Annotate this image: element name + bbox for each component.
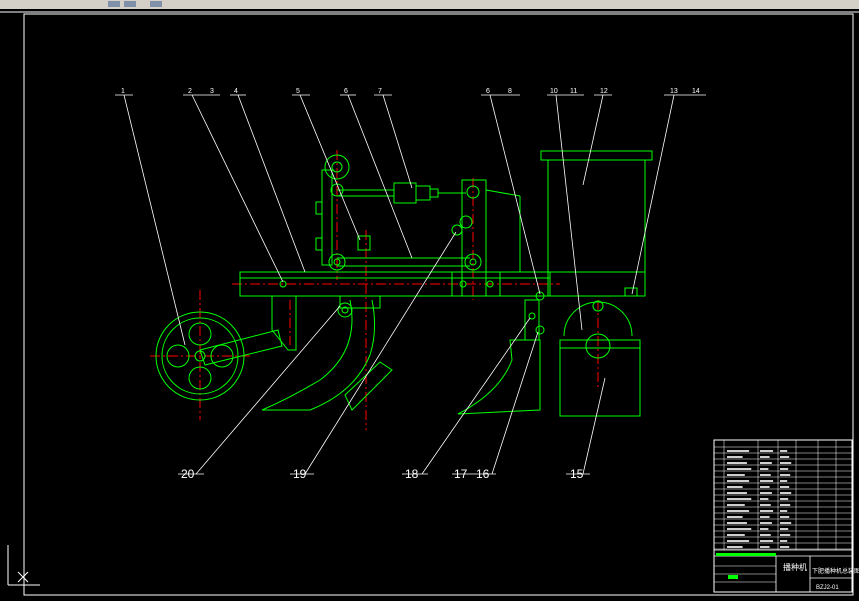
part-label: 10 xyxy=(550,88,558,95)
part-label: 6 xyxy=(486,88,490,95)
parts-list-cell xyxy=(760,480,774,482)
part-label: 5 xyxy=(296,88,300,95)
parts-list-cell xyxy=(727,498,752,500)
parts-list-cell xyxy=(760,450,774,452)
parts-list-cell xyxy=(780,510,788,512)
parts-list-cell xyxy=(760,462,772,464)
part-label: 2 xyxy=(188,88,192,95)
parts-list-cell xyxy=(760,498,769,500)
title-block-subtitle: 下肥播种机总装图 xyxy=(812,567,859,575)
parts-list-cell xyxy=(727,474,745,476)
parts-list-cell xyxy=(727,534,745,536)
parts-list-cell xyxy=(780,528,789,530)
parts-list-cell xyxy=(780,498,789,500)
parts-list-cell xyxy=(780,462,792,464)
part-label: 19 xyxy=(293,467,307,481)
parts-list-cell xyxy=(727,486,743,488)
title-block-name: 播种机 xyxy=(783,562,807,572)
parts-list-cell xyxy=(760,510,774,512)
parts-list-cell xyxy=(780,534,791,536)
parts-list-cell xyxy=(727,504,745,506)
parts-list-cell xyxy=(727,528,752,530)
parts-list-cell xyxy=(727,546,743,548)
parts-list-cell xyxy=(727,510,750,512)
part-label: 12 xyxy=(600,88,608,95)
parts-list-cell xyxy=(727,468,752,470)
toolbar-button[interactable] xyxy=(150,1,162,7)
parts-list-cell xyxy=(780,456,790,458)
part-label: 11 xyxy=(570,88,577,95)
top-part-labels: 1 2 3 4 5 6 7 6 8 10 11 12 13 14 xyxy=(121,88,700,95)
parts-list-cell xyxy=(760,522,772,524)
parts-list-cell xyxy=(727,516,743,518)
parts-list-cell xyxy=(727,462,747,464)
parts-list-cell xyxy=(780,504,791,506)
title-block-code: BZJ2-01 xyxy=(816,585,839,591)
parts-list-cell xyxy=(727,522,747,524)
bottom-part-labels: 20 19 18 17 16 15 xyxy=(181,467,584,481)
parts-list-cell xyxy=(727,456,743,458)
part-label: 6 xyxy=(344,88,348,95)
part-label: 18 xyxy=(405,467,419,481)
parts-list-cell xyxy=(727,480,750,482)
parts-list-cell xyxy=(760,528,769,530)
parts-list-cell xyxy=(760,534,771,536)
parts-list-cell xyxy=(760,546,770,548)
leader-lines xyxy=(115,94,706,475)
toolbar-button[interactable] xyxy=(124,1,136,7)
parts-list-cell xyxy=(760,540,774,542)
parts-list-cell xyxy=(780,546,790,548)
cad-drawing-canvas[interactable]: 1 2 3 4 5 6 7 6 8 10 11 12 13 14 20 19 1… xyxy=(0,9,859,601)
part-label: 3 xyxy=(210,88,214,95)
part-label: 1 xyxy=(121,88,125,95)
part-label: 20 xyxy=(181,467,195,481)
drawing-frame xyxy=(0,11,859,596)
part-label: 15 xyxy=(570,467,584,481)
part-label: 14 xyxy=(692,88,700,95)
parts-list-cell xyxy=(760,474,771,476)
parts-list-cell xyxy=(727,540,750,542)
title-block: 播种机 下肥播种机总装图 BZJ2-01 xyxy=(713,439,859,593)
parts-list-cell xyxy=(780,480,788,482)
parts-list-cell xyxy=(780,486,790,488)
parts-list-cell xyxy=(760,516,770,518)
parts-list-cell xyxy=(780,492,792,494)
part-label: 17 xyxy=(454,467,468,481)
cad-toolbar-strip xyxy=(0,0,859,9)
parts-list-cell xyxy=(760,456,770,458)
toolbar-button[interactable] xyxy=(108,1,120,7)
parts-list-cell xyxy=(760,492,772,494)
parts-list-cell xyxy=(780,468,789,470)
parts-list-cell xyxy=(760,486,770,488)
part-label: 4 xyxy=(234,88,238,95)
parts-list-cell xyxy=(780,474,791,476)
parts-list-cell xyxy=(780,522,792,524)
part-label: 13 xyxy=(670,88,678,95)
part-label: 7 xyxy=(378,88,382,95)
parts-list-cell xyxy=(780,540,788,542)
parts-list-cell xyxy=(727,450,750,452)
parts-list-cell xyxy=(760,468,769,470)
parts-list-cell xyxy=(780,450,788,452)
part-label: 8 xyxy=(508,88,512,95)
parts-list-cell xyxy=(780,516,790,518)
part-label: 16 xyxy=(476,467,490,481)
parts-list-cell xyxy=(727,492,747,494)
parts-list-cell xyxy=(760,504,771,506)
